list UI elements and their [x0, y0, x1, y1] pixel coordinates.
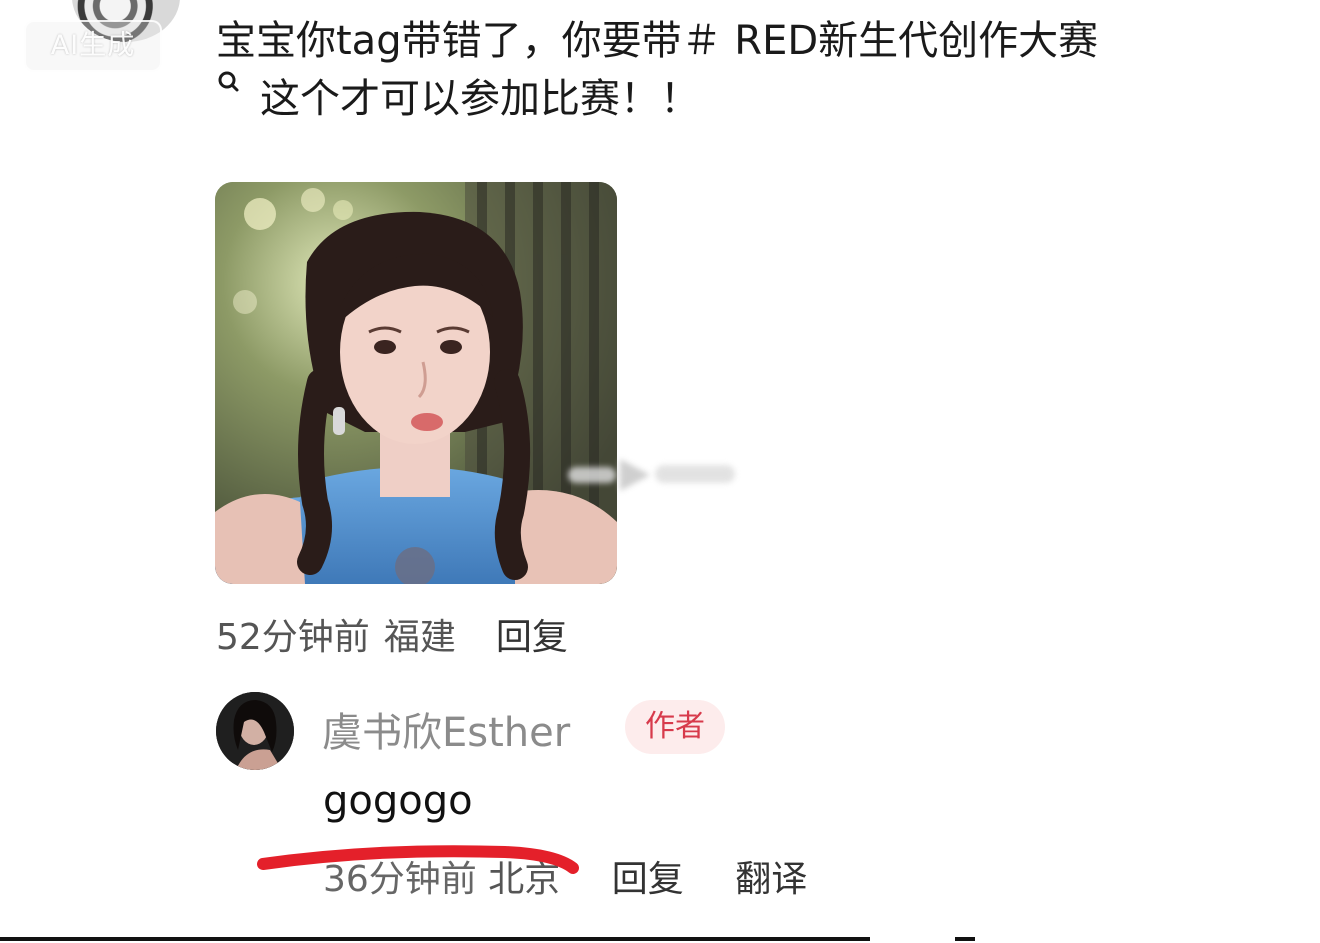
author-badge: 作者 — [625, 700, 725, 754]
comment-line-2-text: 这个才可以参加比赛！！ — [260, 76, 700, 122]
comment-time: 52分钟前 — [216, 617, 370, 658]
comment-image[interactable] — [215, 182, 617, 584]
comment-body: 宝宝你tag带错了，你要带＃ RED新生代创作大赛 这个才可以参加比赛！！ — [216, 12, 1276, 128]
ai-generated-badge: AI生成 — [24, 20, 162, 72]
red-underline-annotation — [257, 845, 579, 874]
portrait-photo — [215, 182, 617, 584]
author-avatar-image — [216, 692, 294, 770]
comment-line-2: 这个才可以参加比赛！！ — [216, 70, 1276, 128]
search-icon[interactable] — [216, 70, 242, 100]
bottom-divider-stub — [955, 937, 975, 941]
author-name[interactable]: 虞书欣Esther — [322, 700, 570, 758]
comment-line-1: 宝宝你tag带错了，你要带＃ RED新生代创作大赛 — [216, 18, 1099, 64]
comment-meta: 52分钟前 福建 回复 — [216, 608, 582, 660]
reply-reply-button[interactable]: 回复 — [612, 859, 684, 900]
bottom-divider — [0, 937, 870, 941]
author-avatar[interactable] — [216, 692, 294, 770]
cursor-icon — [568, 459, 735, 491]
translate-button[interactable]: 翻译 — [735, 859, 807, 900]
comment-location: 福建 — [383, 617, 456, 658]
reply-body: gogogo — [323, 778, 473, 824]
reply-button[interactable]: 回复 — [496, 617, 568, 658]
